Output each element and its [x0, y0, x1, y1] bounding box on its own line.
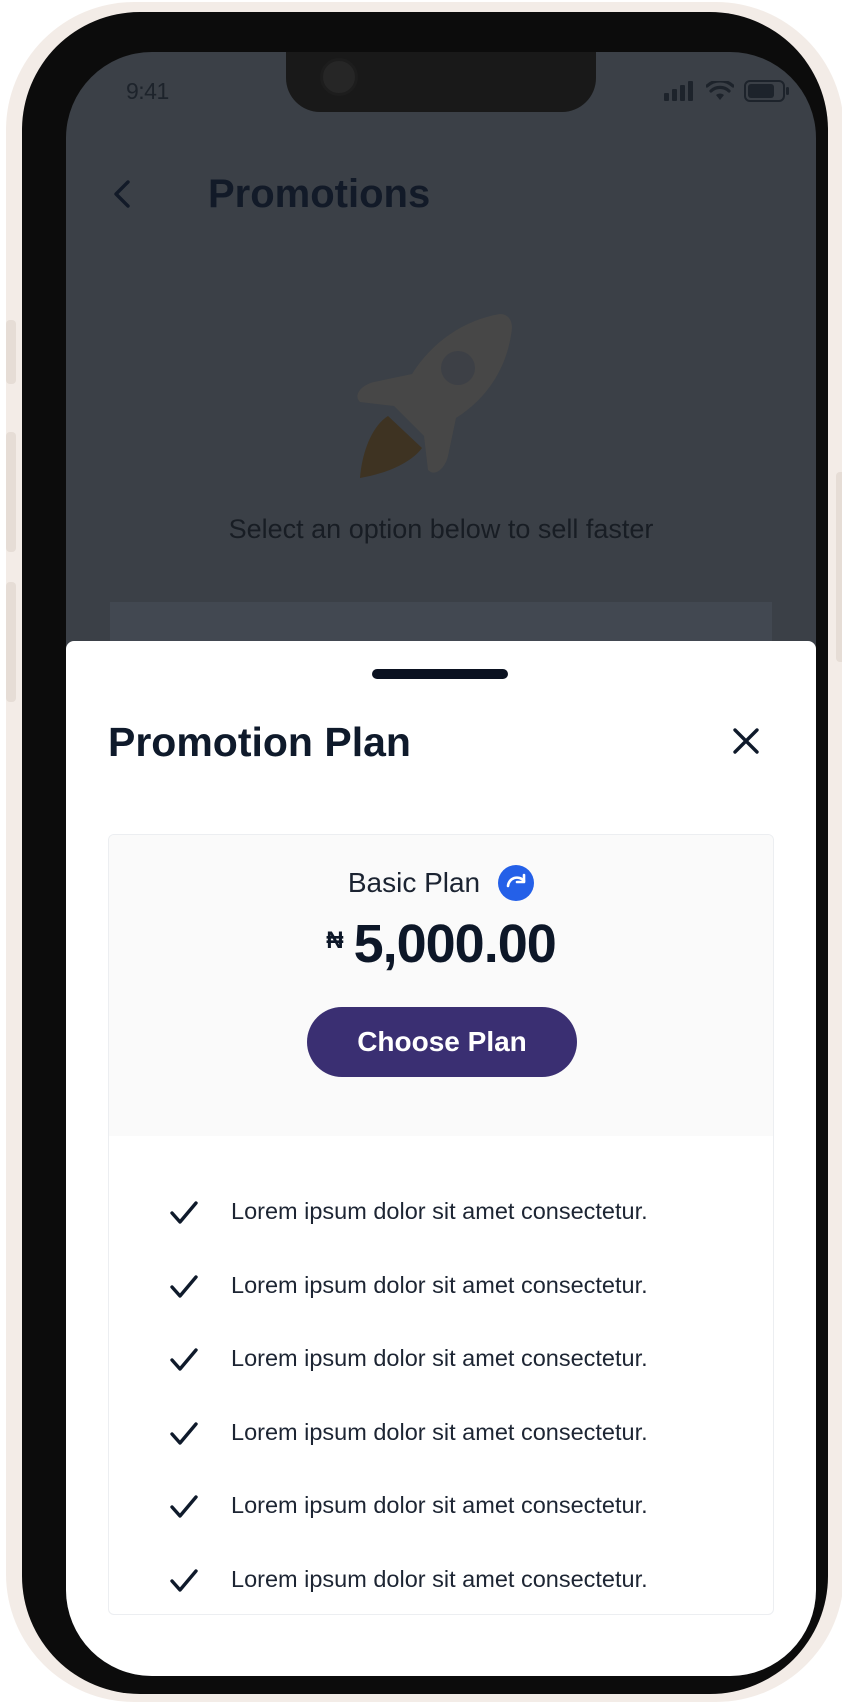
plan-name: Basic Plan [347, 867, 481, 898]
status-icons [664, 80, 790, 102]
back-icon[interactable] [108, 174, 138, 214]
feature-item: Lorem ipsum dolor sit amet consectetur. [109, 1401, 773, 1475]
feature-text: Lorem ipsum dolor sit amet consectetur. [231, 1492, 648, 1518]
choose-plan-button[interactable]: Choose Plan [307, 1007, 577, 1077]
signal-icon [664, 81, 693, 101]
plan-name-row: Basic Plan [109, 865, 773, 901]
page-title: Promotions [208, 172, 431, 216]
rocket-icon [357, 314, 512, 478]
feature-item: Lorem ipsum dolor sit amet consectetur. [109, 1548, 773, 1615]
renew-icon [498, 865, 535, 901]
phone-bezel: 9:41 Promotions Select an option below t… [22, 12, 828, 1694]
check-icon [170, 1495, 198, 1518]
plan-card: Basic Plan ₦ 5,000.00 Choose Plan Lorem … [108, 834, 774, 1615]
top-app-bar: Promotions [66, 152, 816, 232]
feature-item: Lorem ipsum dolor sit amet consectetur. [109, 1474, 773, 1548]
front-camera [320, 58, 358, 96]
plan-price-row: ₦ 5,000.00 [109, 913, 773, 975]
promotions-subtitle: Select an option below to sell faster [228, 514, 654, 544]
battery-icon [744, 80, 789, 102]
feature-item: Lorem ipsum dolor sit amet consectetur. [109, 1254, 773, 1328]
screen: 9:41 Promotions Select an option below t… [66, 52, 816, 1676]
feature-item: Lorem ipsum dolor sit amet consectetur. [109, 1327, 773, 1401]
status-bar: 9:41 [66, 52, 816, 132]
check-icon [170, 1274, 198, 1298]
volume-up-button [6, 432, 16, 552]
close-icon[interactable] [730, 725, 762, 757]
feature-item: Lorem ipsum dolor sit amet consectetur. [109, 1180, 773, 1254]
status-time: 9:41 [126, 78, 169, 104]
wifi-icon [706, 81, 734, 100]
plan-summary: Basic Plan ₦ 5,000.00 Choose Plan [109, 835, 773, 1136]
phone-frame: 9:41 Promotions Select an option below t… [6, 2, 842, 1702]
check-icon [170, 1201, 198, 1224]
currency-symbol: ₦ [326, 927, 344, 954]
sheet-drag-handle[interactable] [372, 669, 508, 679]
mute-switch [6, 320, 16, 384]
plan-price: 5,000.00 [353, 914, 557, 974]
check-icon [170, 1568, 198, 1592]
power-button [836, 472, 842, 662]
feature-text: Lorem ipsum dolor sit amet consectetur. [231, 1565, 648, 1592]
volume-down-button [6, 582, 16, 702]
feature-text: Lorem ipsum dolor sit amet consectetur. [231, 1418, 648, 1445]
feature-text: Lorem ipsum dolor sit amet consectetur. [231, 1198, 648, 1224]
feature-list: Lorem ipsum dolor sit amet consectetur. … [109, 1180, 773, 1615]
notch [286, 52, 596, 112]
check-icon [170, 1421, 198, 1445]
sheet-title: Promotion Plan [108, 719, 411, 765]
feature-text: Lorem ipsum dolor sit amet consectetur. [231, 1271, 648, 1298]
promotion-plan-sheet: Promotion Plan Basic Plan ₦ 5,000.00 Cho… [66, 641, 816, 1676]
check-icon [170, 1348, 198, 1371]
feature-text: Lorem ipsum dolor sit amet consectetur. [231, 1345, 648, 1371]
